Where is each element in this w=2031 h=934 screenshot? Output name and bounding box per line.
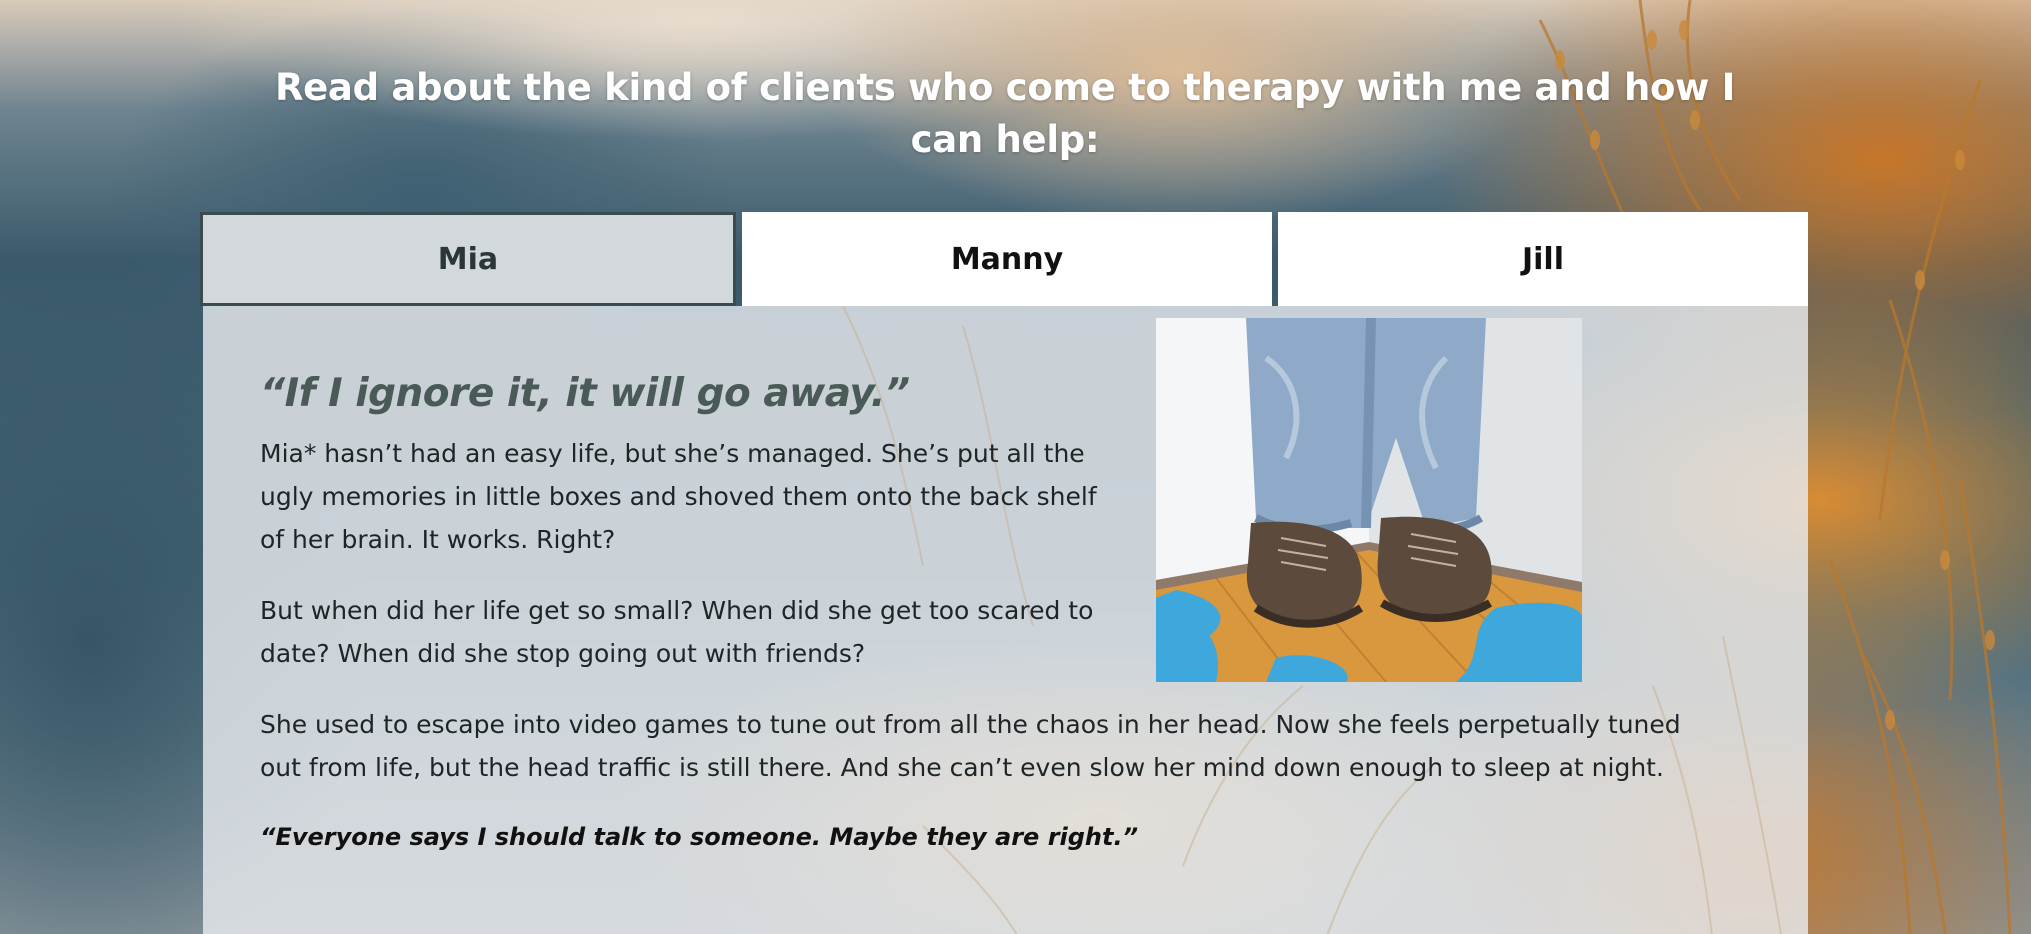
story-content: “If I ignore it, it will go away.” Mia* … [260,318,1710,857]
story-pull-quote: “Everyone says I should talk to someone.… [260,823,1139,851]
section-heading: Read about the kind of clients who come … [274,66,1736,161]
tab-content-panel: “If I ignore it, it will go away.” Mia* … [203,306,1808,934]
tab-jill[interactable]: Jill [1278,212,1808,306]
tab-manny[interactable]: Manny [742,212,1272,306]
client-photo [1156,318,1582,682]
feet-in-corner-image [1156,318,1582,682]
tab-mia[interactable]: Mia [200,212,736,306]
story-paragraph: She used to escape into video games to t… [260,710,1681,782]
client-tabs: Mia Manny Jill [200,212,1808,306]
